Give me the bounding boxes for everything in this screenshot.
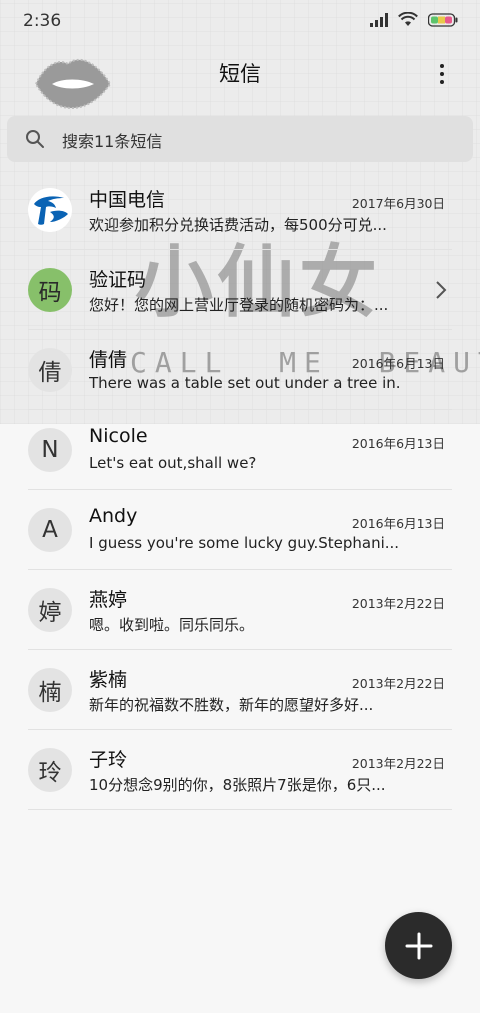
conversation-preview: There was a table set out under a tree i… bbox=[89, 374, 401, 392]
more-options-button[interactable] bbox=[430, 60, 454, 90]
search-bar[interactable]: 搜索11条短信 bbox=[7, 116, 473, 162]
avatar: 玲 bbox=[28, 748, 72, 792]
conversation-name: Andy bbox=[89, 505, 138, 527]
conversation-name: 紫楠 bbox=[89, 669, 128, 691]
conversation-preview: 新年的祝福数不胜数，新年的愿望好多好... bbox=[89, 696, 374, 714]
avatar bbox=[28, 188, 72, 232]
conversation-date: 2013年2月22日 bbox=[351, 756, 445, 771]
plus-icon bbox=[405, 932, 432, 959]
messages-screen: 小仙女 CALL ME BEAUTY 2:36 bbox=[0, 0, 480, 1013]
conversation-name: 燕婷 bbox=[89, 589, 128, 611]
conversation-item[interactable]: 玲 子玲 2013年2月22日 10分想念9别的你，8张照片7张是你，6只... bbox=[0, 730, 480, 810]
conversation-name: 倩倩 bbox=[89, 349, 128, 371]
china-telecom-logo-icon bbox=[28, 188, 72, 232]
conversation-item[interactable]: 楠 紫楠 2013年2月22日 新年的祝福数不胜数，新年的愿望好多好... bbox=[0, 650, 480, 730]
conversation-name: 子玲 bbox=[89, 749, 128, 771]
conversation-preview: 10分想念9别的你，8张照片7张是你，6只... bbox=[89, 776, 386, 794]
conversation-item[interactable]: 码 验证码 您好！您的网上营业厅登录的随机密码为：... bbox=[0, 250, 480, 330]
conversation-name: Nicole bbox=[89, 425, 148, 447]
conversation-item[interactable]: N Nicole 2016年6月13日 Let's eat out,shall … bbox=[0, 410, 480, 490]
conversation-date: 2017年6月30日 bbox=[351, 196, 445, 211]
conversation-item[interactable]: A Andy 2016年6月13日 I guess you're some lu… bbox=[0, 490, 480, 570]
conversation-preview: Let's eat out,shall we? bbox=[89, 454, 257, 472]
conversation-name: 中国电信 bbox=[89, 189, 166, 211]
avatar: 婷 bbox=[28, 588, 72, 632]
conversation-name: 验证码 bbox=[89, 269, 147, 291]
avatar: A bbox=[28, 508, 72, 552]
conversation-preview: 欢迎参加积分兑换话费活动，每500分可兑... bbox=[89, 216, 387, 234]
conversation-item[interactable]: 倩 倩倩 2016年6月13日 There was a table set ou… bbox=[0, 330, 480, 410]
signal-icon bbox=[370, 12, 388, 27]
status-time: 2:36 bbox=[23, 11, 62, 31]
conversation-date: 2016年6月13日 bbox=[351, 516, 445, 531]
wifi-icon bbox=[398, 12, 418, 26]
battery-icon bbox=[428, 12, 458, 27]
conversation-list: 中国电信 2017年6月30日 欢迎参加积分兑换话费活动，每500分可兑... … bbox=[0, 170, 480, 810]
conversation-item[interactable]: 中国电信 2017年6月30日 欢迎参加积分兑换话费活动，每500分可兑... bbox=[0, 170, 480, 250]
conversation-date: 2016年6月13日 bbox=[351, 356, 445, 371]
status-bar: 2:36 bbox=[0, 0, 480, 42]
conversation-date: 2013年2月22日 bbox=[351, 676, 445, 691]
conversation-preview: 您好！您的网上营业厅登录的随机密码为：... bbox=[89, 296, 389, 314]
avatar: 楠 bbox=[28, 668, 72, 712]
avatar: 码 bbox=[28, 268, 72, 312]
conversation-preview: I guess you're some lucky guy.Stephani..… bbox=[89, 534, 400, 552]
avatar: N bbox=[28, 428, 72, 472]
more-vert-icon bbox=[440, 64, 444, 68]
conversation-item[interactable]: 婷 燕婷 2013年2月22日 嗯。收到啦。同乐同乐。 bbox=[0, 570, 480, 650]
conversation-date: 2016年6月13日 bbox=[351, 436, 445, 451]
search-placeholder: 搜索11条短信 bbox=[62, 132, 163, 151]
new-message-button[interactable] bbox=[385, 912, 452, 979]
search-icon bbox=[26, 130, 44, 148]
page-title: 短信 bbox=[219, 62, 261, 86]
conversation-preview: 嗯。收到啦。同乐同乐。 bbox=[89, 616, 255, 634]
conversation-date: 2013年2月22日 bbox=[351, 596, 445, 611]
avatar: 倩 bbox=[28, 348, 72, 392]
divider bbox=[28, 809, 452, 810]
status-icons bbox=[370, 12, 458, 27]
chevron-right-icon bbox=[436, 281, 447, 299]
